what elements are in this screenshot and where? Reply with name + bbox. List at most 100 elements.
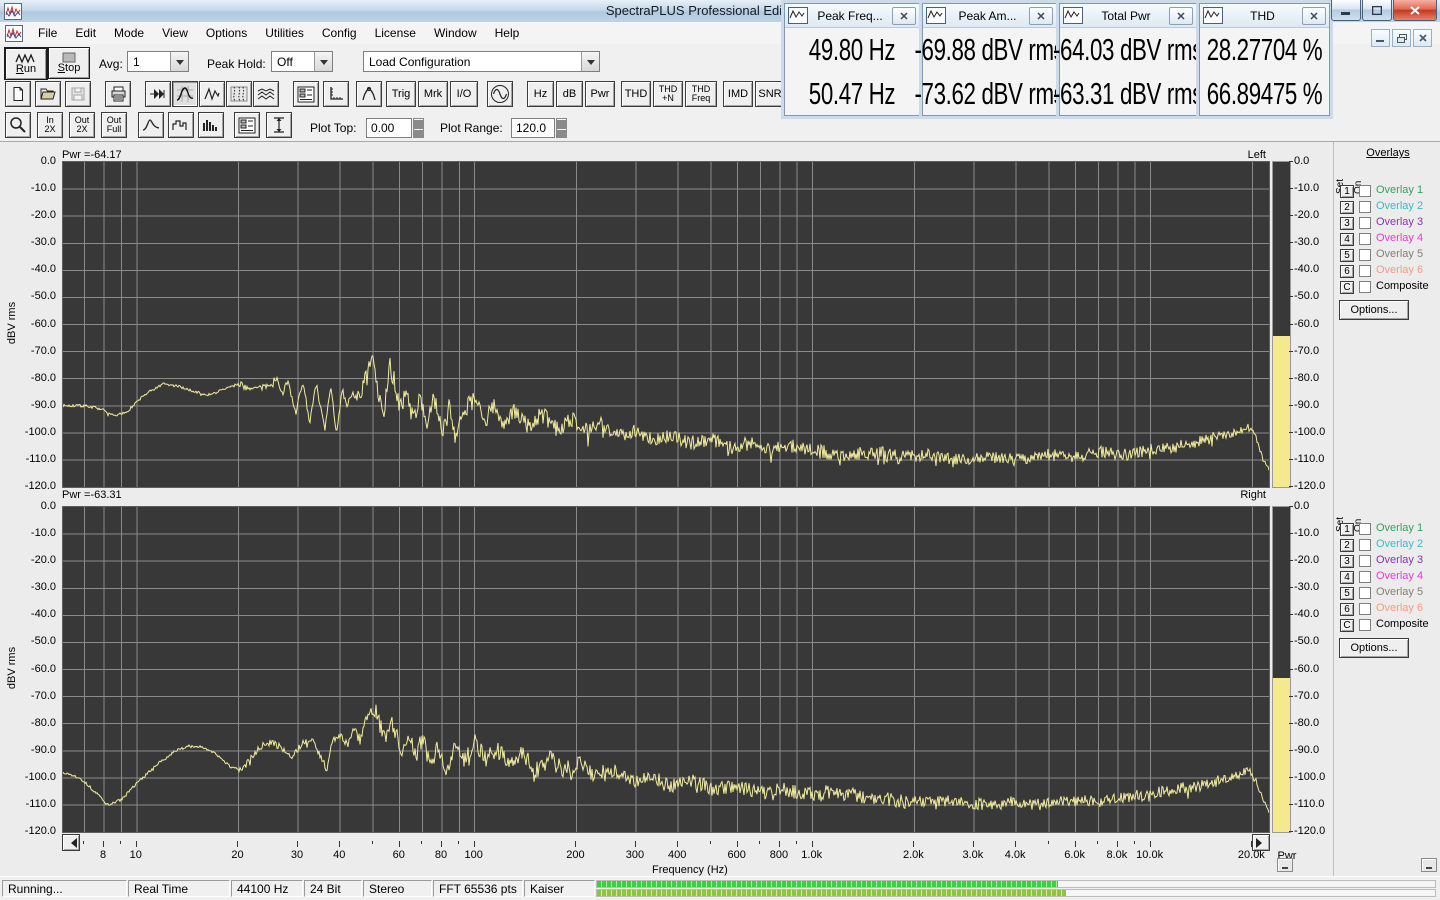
- stop-button[interactable]: Stop: [48, 47, 90, 79]
- overlay-set-button-2[interactable]: 2: [1340, 539, 1354, 552]
- overlay-set-button-4[interactable]: 4: [1340, 571, 1354, 584]
- open-file-button[interactable]: [35, 81, 61, 107]
- io-button[interactable]: I/O: [450, 81, 478, 107]
- overlay-on-checkbox-6[interactable]: [1359, 603, 1371, 615]
- panel-close-button[interactable]: [1302, 6, 1326, 25]
- peak-hold-select[interactable]: Off: [271, 51, 333, 72]
- menu-item-mode[interactable]: Mode: [105, 23, 153, 43]
- overlay-on-checkbox-2[interactable]: [1359, 539, 1371, 551]
- overlay-set-button-3[interactable]: 3: [1340, 555, 1354, 568]
- avg-select[interactable]: 1: [127, 51, 189, 72]
- overlay-set-button-4[interactable]: 4: [1340, 233, 1354, 246]
- panel-close-button[interactable]: [892, 6, 916, 25]
- overlay-on-checkbox-4[interactable]: [1359, 571, 1371, 583]
- imd-button[interactable]: IMD: [723, 81, 753, 107]
- menu-item-help[interactable]: Help: [486, 23, 529, 43]
- panel-close-button[interactable]: [1169, 6, 1193, 25]
- menu-item-options[interactable]: Options: [197, 23, 256, 43]
- menu-item-view[interactable]: View: [153, 23, 197, 43]
- peak-amp-panel-titlebar[interactable]: Peak Am...: [923, 4, 1056, 28]
- mdi-close-button[interactable]: [1413, 29, 1432, 47]
- db-units-button[interactable]: dB: [556, 81, 583, 107]
- new-file-button[interactable]: [5, 81, 31, 107]
- overlay-set-button-3[interactable]: 3: [1340, 217, 1354, 230]
- overlay-on-checkbox-c[interactable]: [1359, 619, 1371, 631]
- overlay-on-checkbox-5[interactable]: [1359, 587, 1371, 599]
- overlay-set-button-c[interactable]: C: [1340, 619, 1354, 632]
- overlay-set-button-5[interactable]: 5: [1340, 249, 1354, 262]
- plot-top-spinner[interactable]: [413, 118, 424, 138]
- peak-freq-panel-titlebar[interactable]: Peak Freq...: [785, 4, 919, 28]
- pwr-units-button[interactable]: Pwr: [585, 81, 615, 107]
- scroll-right-button[interactable]: [1252, 834, 1270, 851]
- display-options-button[interactable]: [234, 112, 260, 138]
- document-icon[interactable]: [5, 24, 23, 42]
- trigger-button[interactable]: Trig: [386, 81, 416, 107]
- minimized-window-button[interactable]: [1421, 858, 1437, 872]
- minimized-window-button[interactable]: [1277, 858, 1293, 872]
- scale-button[interactable]: [323, 81, 349, 107]
- line-plot-style-button[interactable]: [138, 112, 164, 138]
- total-pwr-panel-titlebar[interactable]: Total Pwr: [1060, 4, 1196, 28]
- mdi-minimize-button[interactable]: [1371, 29, 1390, 47]
- overlay-set-button-1[interactable]: 1: [1340, 185, 1354, 198]
- print-button[interactable]: [105, 81, 131, 107]
- maximize-button[interactable]: [1362, 0, 1392, 21]
- save-file-button[interactable]: [65, 81, 91, 107]
- configuration-select[interactable]: Load Configuration: [363, 51, 600, 72]
- spectrogram-button[interactable]: [226, 81, 252, 107]
- overlay-set-button-6[interactable]: 6: [1340, 603, 1354, 616]
- close-button[interactable]: [1393, 0, 1437, 21]
- thd-freq-button[interactable]: THD Freq: [685, 81, 717, 107]
- overlay-on-checkbox-4[interactable]: [1359, 233, 1371, 245]
- playback-button[interactable]: [145, 81, 171, 107]
- dropdown-arrow-icon[interactable]: [314, 52, 332, 71]
- overlay-on-checkbox-1[interactable]: [1359, 185, 1371, 197]
- step-plot-style-button[interactable]: [168, 112, 194, 138]
- run-button[interactable]: Run: [4, 47, 48, 81]
- menu-item-license[interactable]: License: [366, 23, 425, 43]
- hz-units-button[interactable]: Hz: [527, 81, 554, 107]
- overlay-set-button-6[interactable]: 6: [1340, 265, 1354, 278]
- menu-item-utilities[interactable]: Utilities: [256, 23, 313, 43]
- overlay-on-checkbox-2[interactable]: [1359, 201, 1371, 213]
- zoom-button[interactable]: [5, 112, 31, 138]
- calipers-button[interactable]: [356, 81, 382, 107]
- panel-close-button[interactable]: [1029, 6, 1053, 25]
- overlay-set-button-5[interactable]: 5: [1340, 587, 1354, 600]
- overlay-options-button[interactable]: Options...: [1339, 300, 1409, 320]
- dropdown-arrow-icon[interactable]: [170, 52, 188, 71]
- zoom-out-2x-button[interactable]: Out 2X: [69, 112, 95, 138]
- plot-range-input[interactable]: 120.0: [511, 118, 555, 138]
- overlay-options-button[interactable]: Options...: [1339, 638, 1409, 658]
- overlay-on-checkbox-6[interactable]: [1359, 265, 1371, 277]
- menu-item-edit[interactable]: Edit: [66, 23, 105, 43]
- overlay-on-checkbox-1[interactable]: [1359, 523, 1371, 535]
- menu-item-window[interactable]: Window: [425, 23, 486, 43]
- time-series-button[interactable]: [199, 81, 225, 107]
- surface-plot-button[interactable]: [253, 81, 279, 107]
- overlay-on-checkbox-c[interactable]: [1359, 281, 1371, 293]
- settings-panel-button[interactable]: [293, 81, 319, 107]
- bar-plot-style-button[interactable]: [198, 112, 224, 138]
- scroll-left-button[interactable]: [62, 834, 80, 851]
- overlay-set-button-c[interactable]: C: [1340, 281, 1354, 294]
- thd-button[interactable]: THD: [621, 81, 651, 107]
- marker-button[interactable]: Mrk: [418, 81, 448, 107]
- zoom-out-full-button[interactable]: Out Full: [101, 112, 127, 138]
- left-spectrum-plot[interactable]: [62, 161, 1270, 488]
- plot-range-spinner[interactable]: [556, 118, 567, 138]
- thd-panel-titlebar[interactable]: THD: [1200, 4, 1329, 28]
- overlay-set-button-2[interactable]: 2: [1340, 201, 1354, 214]
- right-spectrum-plot[interactable]: [62, 506, 1270, 833]
- signal-generator-button[interactable]: [487, 81, 513, 107]
- zoom-in-2x-button[interactable]: In 2X: [37, 112, 63, 138]
- minimize-button[interactable]: [1331, 0, 1361, 21]
- dropdown-arrow-icon[interactable]: [581, 52, 599, 71]
- overlay-on-checkbox-3[interactable]: [1359, 217, 1371, 229]
- overlay-set-button-1[interactable]: 1: [1340, 523, 1354, 536]
- snr-button[interactable]: SNR: [755, 81, 785, 107]
- mdi-restore-button[interactable]: [1392, 29, 1411, 47]
- plot-top-input[interactable]: 0.00: [366, 118, 412, 138]
- menu-item-file[interactable]: File: [29, 23, 66, 43]
